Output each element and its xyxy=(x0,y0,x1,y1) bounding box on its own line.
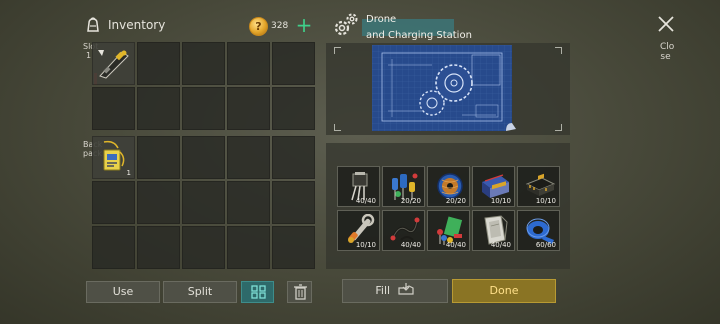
fill-button[interactable]: Fill xyxy=(342,279,448,303)
frame-corner xyxy=(555,124,562,131)
material-slot[interactable]: 10/10 xyxy=(517,166,560,207)
equipped-slot[interactable] xyxy=(182,42,225,85)
backpack-slot[interactable] xyxy=(272,226,315,269)
backpack-slot[interactable] xyxy=(227,136,270,179)
backpack-slot[interactable] xyxy=(137,181,180,224)
material-quantity: 40/40 xyxy=(355,197,376,205)
material-quantity: 40/40 xyxy=(400,241,421,249)
blueprint-image xyxy=(372,45,516,131)
material-quantity: 10/10 xyxy=(490,197,511,205)
slot-quantity: 1 xyxy=(126,169,131,177)
backpack-slot[interactable] xyxy=(272,181,315,224)
material-quantity: 20/20 xyxy=(445,197,466,205)
close-label-char: se xyxy=(660,52,671,62)
equipped-slot[interactable] xyxy=(272,87,315,130)
materials-grid: 40/40 20/20 20/20 10/10 10/10 10/10 40/40 40/40… xyxy=(337,166,560,251)
equipped-slot[interactable] xyxy=(92,87,135,130)
backpack-slot[interactable] xyxy=(182,226,225,269)
inventory-title: Inventory xyxy=(108,18,166,32)
use-button[interactable]: Use xyxy=(86,281,160,303)
close-icon[interactable] xyxy=(656,14,676,34)
equipped-slot[interactable] xyxy=(92,42,135,85)
material-quantity: 40/40 xyxy=(490,241,511,249)
frame-corner xyxy=(555,47,562,54)
recipe-name: Drone and Charging Station xyxy=(362,14,472,41)
material-quantity: 10/10 xyxy=(535,197,556,205)
equipped-slot[interactable] xyxy=(227,42,270,85)
backpack-grid: 1 xyxy=(92,136,315,269)
material-slot[interactable]: 40/40 xyxy=(382,210,425,251)
fill-button-label: Fill xyxy=(375,284,391,297)
material-quantity: 20/20 xyxy=(400,197,421,205)
split-button[interactable]: Split xyxy=(163,281,237,303)
backpack-slot[interactable] xyxy=(92,226,135,269)
sort-button[interactable] xyxy=(241,281,274,303)
complete-button[interactable]: Done xyxy=(452,279,556,303)
backpack-slot[interactable] xyxy=(227,226,270,269)
material-slot[interactable]: 20/20 xyxy=(382,166,425,207)
recipe-name-line1: Drone xyxy=(366,14,397,25)
material-quantity: 60/60 xyxy=(535,241,556,249)
material-quantity: 10/10 xyxy=(355,241,376,249)
drone-remote-icon xyxy=(96,46,132,84)
material-slot[interactable]: 10/10 xyxy=(337,210,380,251)
equipped-grid xyxy=(92,42,315,130)
backpack-icon xyxy=(87,17,99,32)
equipped-slot[interactable] xyxy=(272,42,315,85)
frame-corner xyxy=(334,47,341,54)
auto-fill-icon xyxy=(397,283,414,295)
material-slot[interactable]: 40/40 xyxy=(337,166,380,207)
backpack-slot[interactable] xyxy=(272,136,315,179)
equipped-slot[interactable] xyxy=(137,42,180,85)
close-label[interactable]: Clo se xyxy=(660,42,675,62)
frame-corner xyxy=(334,124,341,131)
add-coins-button[interactable]: + xyxy=(294,14,314,36)
discard-button[interactable] xyxy=(287,281,312,303)
backpack-slot[interactable] xyxy=(92,181,135,224)
material-quantity: 40/40 xyxy=(445,241,466,249)
backpack-slot[interactable] xyxy=(137,136,180,179)
equipped-slot[interactable] xyxy=(227,87,270,130)
material-slot[interactable]: 40/40 xyxy=(472,210,515,251)
backpack-slot[interactable] xyxy=(182,181,225,224)
backpack-slot[interactable]: 1 xyxy=(92,136,135,179)
material-slot[interactable]: 20/20 xyxy=(427,166,470,207)
trash-icon xyxy=(294,284,307,300)
grid-sort-icon xyxy=(251,285,266,299)
inventory-header: Inventory ? 328 + xyxy=(84,14,316,40)
material-slot[interactable]: 60/60 xyxy=(517,210,560,251)
backpack-slot[interactable] xyxy=(137,226,180,269)
equipped-slot[interactable] xyxy=(137,87,180,130)
material-slot[interactable]: 10/10 xyxy=(472,166,515,207)
close-label-char: Clo xyxy=(660,42,675,52)
material-slot[interactable]: 40/40 xyxy=(427,210,470,251)
coin-count: 328 xyxy=(271,21,289,31)
equipped-slot[interactable] xyxy=(182,87,225,130)
recipe-name-line2: and Charging Station xyxy=(366,30,472,41)
gears-icon xyxy=(334,13,358,36)
backpack-slot[interactable] xyxy=(182,136,225,179)
coin-icon: ? xyxy=(249,17,268,36)
backpack-slot[interactable] xyxy=(227,181,270,224)
